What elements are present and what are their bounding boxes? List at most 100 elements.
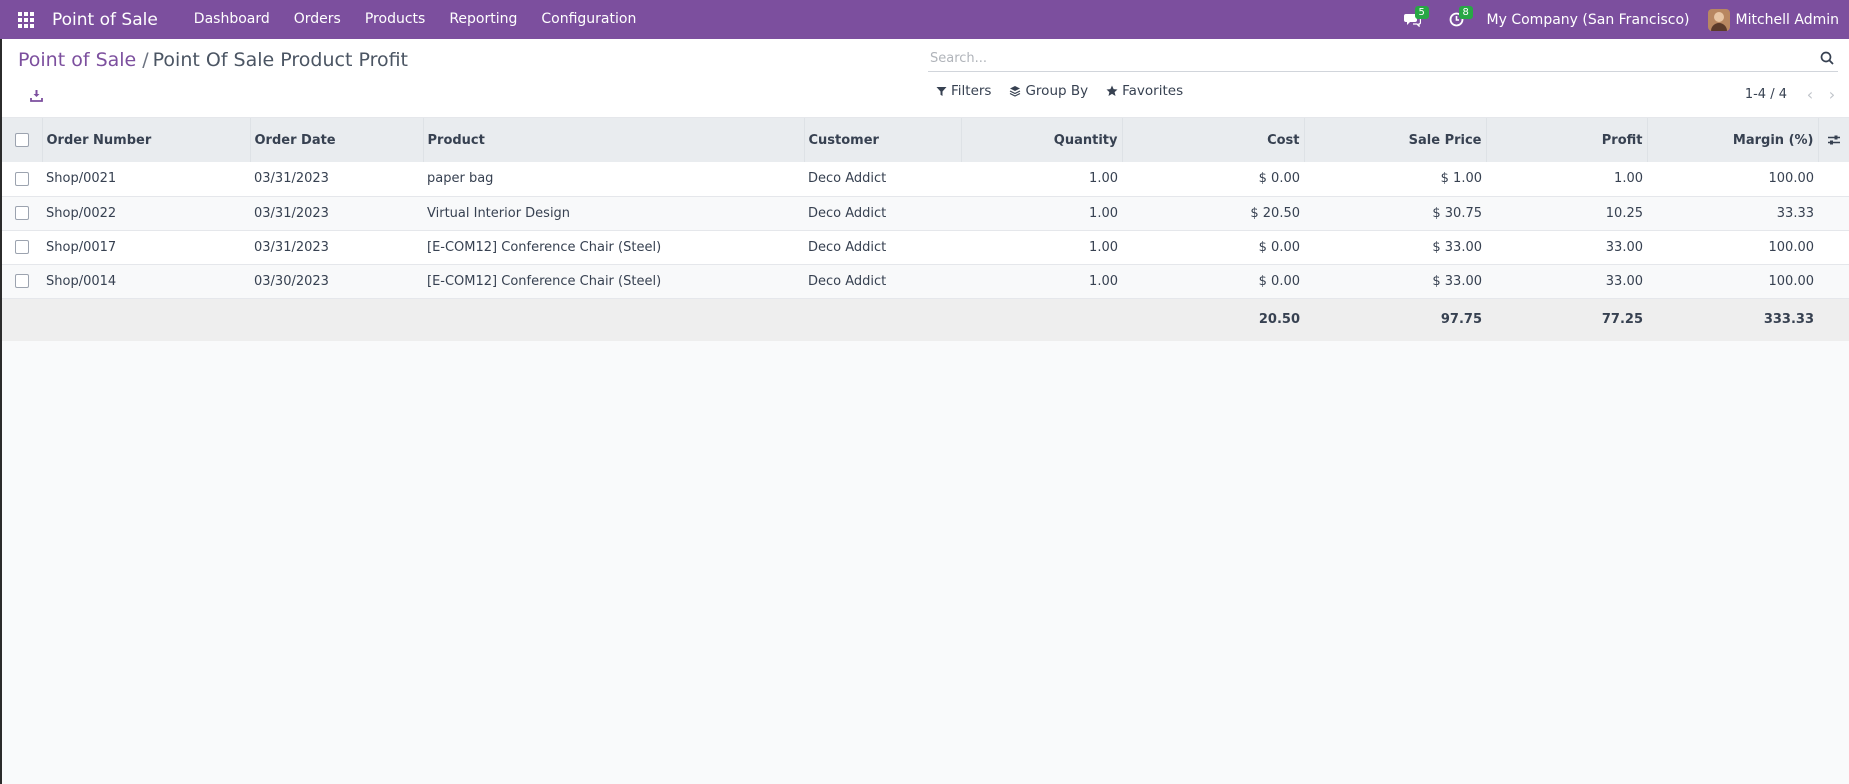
breadcrumb-separator: / [142, 49, 149, 71]
column-header-quantity[interactable]: Quantity [961, 118, 1123, 162]
pager: 1-4 / 4 ‹ › [1745, 85, 1843, 104]
cell-quantity: 1.00 [961, 264, 1122, 299]
column-header-product[interactable]: Product [423, 118, 805, 162]
cell-order-number: Shop/0021 [42, 162, 250, 197]
cell-cost: $ 0.00 [1122, 162, 1304, 197]
column-header-cost[interactable]: Cost [1122, 118, 1305, 162]
filters-button[interactable]: Filters [936, 83, 991, 99]
column-header-order-number[interactable]: Order Number [42, 118, 251, 162]
table-row[interactable]: Shop/0021 03/31/2023 paper bag Deco Addi… [2, 162, 1849, 197]
breadcrumb: Point of Sale / Point Of Sale Product Prof… [18, 49, 408, 71]
messages-button[interactable]: 5 [1391, 0, 1435, 39]
pager-next-icon[interactable]: › [1821, 85, 1843, 104]
search-options: Filters Group By Favorites [936, 83, 1183, 99]
systray: 5 8 My Company (San Francisco) Mitchell … [1391, 0, 1849, 39]
messages-count-badge: 5 [1414, 6, 1429, 19]
search-icon[interactable] [1816, 47, 1838, 69]
cell-order-date: 03/31/2023 [250, 162, 423, 197]
column-header-sale-price[interactable]: Sale Price [1304, 118, 1487, 162]
menu-dashboard[interactable]: Dashboard [182, 0, 282, 39]
pager-value[interactable]: 1-4 / 4 [1745, 87, 1787, 102]
cell-order-date: 03/30/2023 [250, 264, 423, 299]
cell-order-number: Shop/0014 [42, 264, 250, 299]
breadcrumb-parent[interactable]: Point of Sale [18, 49, 136, 71]
row-select-cell [2, 264, 42, 299]
column-header-order-date[interactable]: Order Date [250, 118, 424, 162]
cell-margin: 100.00 [1647, 230, 1818, 265]
cell-empty [1818, 162, 1849, 197]
user-menu[interactable]: Mitchell Admin [1707, 8, 1849, 31]
app-brand[interactable]: Point of Sale [52, 10, 158, 30]
row-checkbox[interactable] [15, 171, 29, 186]
cell-profit: 33.00 [1486, 264, 1647, 299]
totals-row: 20.50 97.75 77.25 333.33 [2, 298, 1849, 341]
star-icon [1106, 85, 1118, 96]
cell-quantity: 1.00 [961, 196, 1122, 231]
favorites-button[interactable]: Favorites [1106, 83, 1183, 99]
company-switcher[interactable]: My Company (San Francisco) [1479, 12, 1708, 28]
apps-menu-icon[interactable] [0, 0, 52, 39]
menu-configuration[interactable]: Configuration [529, 0, 648, 39]
cell-quantity: 1.00 [961, 162, 1122, 197]
cell-product: paper bag [423, 162, 804, 197]
row-checkbox[interactable] [15, 206, 29, 220]
row-select-cell [2, 196, 42, 231]
cell-margin: 100.00 [1647, 162, 1818, 197]
filters-label: Filters [951, 83, 992, 99]
total-margin: 333.33 [1647, 298, 1818, 341]
column-header-margin[interactable]: Margin (%) [1647, 118, 1819, 162]
total-sale-price: 97.75 [1304, 298, 1486, 341]
page-title: Point Of Sale Product Profit [152, 49, 409, 71]
cell-customer: Deco Addict [804, 230, 961, 265]
cell-customer: Deco Addict [804, 162, 961, 197]
cell-order-number: Shop/0022 [42, 196, 250, 231]
avatar [1707, 8, 1730, 31]
cell-profit: 33.00 [1486, 230, 1647, 265]
user-name: Mitchell Admin [1735, 11, 1840, 28]
cell-customer: Deco Addict [804, 196, 961, 231]
activities-count-badge: 8 [1458, 6, 1473, 19]
total-cost: 20.50 [1122, 298, 1304, 341]
optional-columns-toggle-icon[interactable] [1823, 134, 1845, 146]
cell-cost: $ 0.00 [1122, 264, 1304, 299]
search-input[interactable] [928, 50, 1816, 66]
cell-sale-price: $ 1.00 [1304, 162, 1486, 197]
menu-products[interactable]: Products [353, 0, 437, 39]
table-row[interactable]: Shop/0022 03/31/2023 Virtual Interior De… [2, 196, 1849, 231]
row-checkbox[interactable] [15, 274, 29, 288]
select-all-checkbox[interactable] [14, 133, 29, 147]
cell-cost: $ 20.50 [1122, 196, 1304, 231]
control-panel: Point of Sale / Point Of Sale Product Prof… [2, 39, 1849, 118]
cell-margin: 33.33 [1647, 196, 1818, 231]
group-by-label: Group By [1025, 83, 1089, 99]
select-all-cell [2, 118, 43, 162]
cell-order-date: 03/31/2023 [250, 196, 423, 231]
cell-profit: 10.25 [1486, 196, 1647, 231]
row-checkbox[interactable] [15, 240, 29, 254]
profit-list-table: Order Number Order Date Product Customer… [2, 118, 1849, 341]
filter-icon [936, 86, 947, 96]
layers-icon [1010, 86, 1021, 97]
menu-reporting[interactable]: Reporting [437, 0, 529, 39]
cell-empty [1818, 196, 1849, 231]
cell-order-number: Shop/0017 [42, 230, 250, 265]
cell-sale-price: $ 33.00 [1304, 264, 1486, 299]
cell-quantity: 1.00 [961, 230, 1122, 265]
pager-previous-icon[interactable]: ‹ [1799, 85, 1821, 104]
group-by-button[interactable]: Group By [1009, 83, 1088, 99]
cell-product: [E-COM12] Conference Chair (Steel) [423, 230, 804, 265]
row-select-cell [2, 162, 42, 197]
export-button[interactable] [24, 83, 48, 107]
menu-orders[interactable]: Orders [282, 0, 353, 39]
cell-sale-price: $ 33.00 [1304, 230, 1486, 265]
column-header-customer[interactable]: Customer [804, 118, 962, 162]
table-row[interactable]: Shop/0014 03/30/2023 [E-COM12] Conferenc… [2, 264, 1849, 299]
optional-columns-cell [1818, 118, 1849, 162]
table-header-row: Order Number Order Date Product Customer… [2, 118, 1849, 162]
row-select-cell [2, 230, 42, 265]
table-row[interactable]: Shop/0017 03/31/2023 [E-COM12] Conferenc… [2, 230, 1849, 265]
activities-button[interactable]: 8 [1435, 0, 1479, 39]
cell-order-date: 03/31/2023 [250, 230, 423, 265]
column-header-profit[interactable]: Profit [1486, 118, 1648, 162]
cell-product: Virtual Interior Design [423, 196, 804, 231]
